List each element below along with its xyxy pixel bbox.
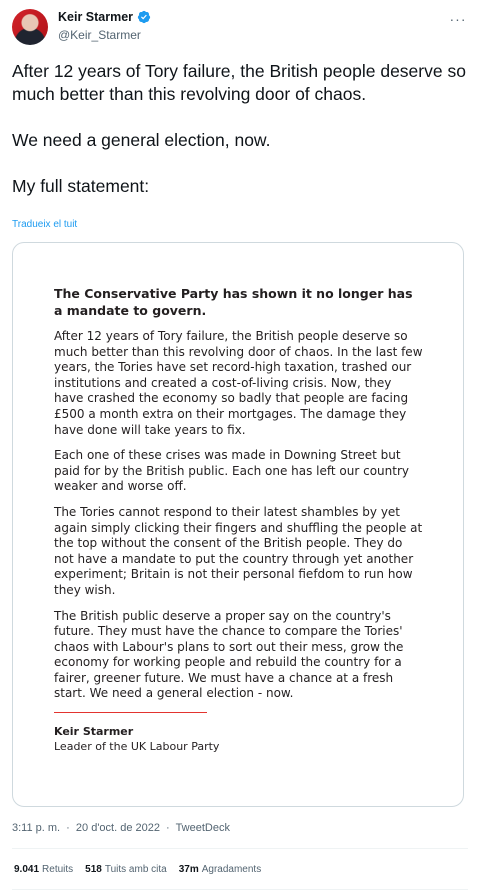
likes-stat[interactable]: 37m Agradaments bbox=[179, 864, 262, 875]
statement-heading: The Conservative Party has shown it no l… bbox=[54, 286, 413, 318]
tweet-text: After 12 years of Tory failure, the Brit… bbox=[12, 61, 466, 196]
statement-paragraph: After 12 years of Tory failure, the Brit… bbox=[54, 329, 423, 437]
quotes-stat[interactable]: 518 Tuits amb cita bbox=[85, 864, 167, 875]
tweet-header: Keir Starmer @Keir_Starmer ··· bbox=[12, 9, 468, 51]
retweets-stat[interactable]: 9.041 Retuits bbox=[14, 864, 73, 875]
author-name-row: Keir Starmer bbox=[58, 10, 151, 24]
divider bbox=[12, 889, 468, 890]
divider bbox=[12, 848, 468, 849]
statement-paragraph: The Tories cannot respond to their lates… bbox=[54, 504, 423, 597]
signature-name: Keir Starmer bbox=[54, 725, 134, 739]
tweet-time[interactable]: 3:11 p. m. bbox=[12, 822, 60, 834]
tweet-date[interactable]: 20 d'oct. de 2022 bbox=[76, 822, 160, 834]
statement-paragraph: Each one of these crises was made in Dow… bbox=[54, 448, 409, 494]
tweet-metadata: 3:11 p. m. · 20 d'oct. de 2022 · TweetDe… bbox=[12, 822, 233, 834]
tweet-client: TweetDeck bbox=[175, 822, 230, 834]
author-name[interactable]: Keir Starmer bbox=[58, 10, 133, 24]
likes-label: Agradaments bbox=[201, 864, 262, 875]
signature-title: Leader of the UK Labour Party bbox=[54, 740, 220, 754]
translate-tweet-link[interactable]: Tradueix el tuit bbox=[12, 219, 77, 230]
more-options-icon[interactable]: ··· bbox=[448, 11, 468, 27]
avatar[interactable] bbox=[12, 9, 48, 45]
signature-divider bbox=[54, 712, 207, 714]
likes-count: 37m bbox=[178, 864, 199, 875]
retweets-count: 9.041 bbox=[14, 864, 40, 875]
quotes-label: Tuits amb cita bbox=[104, 864, 167, 875]
author-handle[interactable]: @Keir_Starmer bbox=[58, 28, 141, 42]
verified-badge-icon bbox=[137, 10, 151, 24]
meta-separator: · bbox=[166, 822, 170, 834]
tweet-stats: 9.041 Retuits 518 Tuits amb cita 37m Agrada… bbox=[14, 864, 261, 875]
statement-image[interactable]: The Conservative Party has shown it no l… bbox=[12, 242, 464, 807]
quotes-count: 518 bbox=[85, 864, 102, 875]
meta-separator: · bbox=[66, 822, 70, 834]
statement-paragraph: The British public deserve a proper say … bbox=[54, 608, 404, 701]
statement-document: The Conservative Party has shown it no l… bbox=[54, 286, 424, 754]
retweets-label: Retuits bbox=[42, 864, 74, 875]
